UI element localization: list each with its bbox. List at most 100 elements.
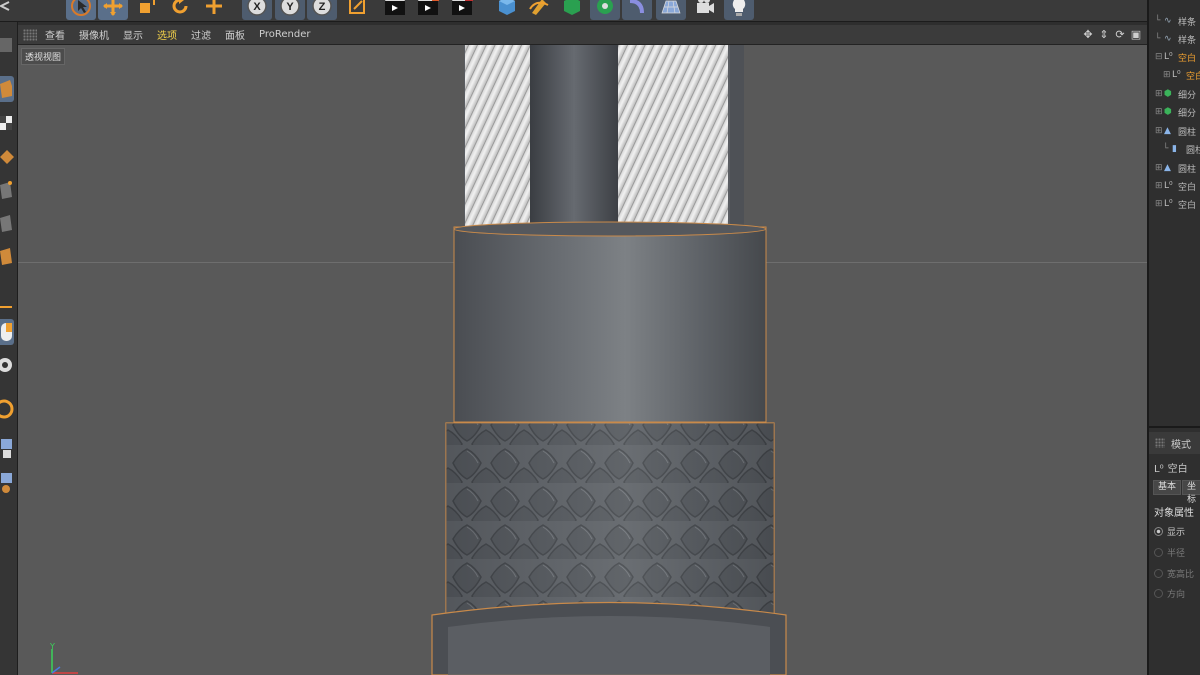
object-item[interactable]: ⊞ L⁰ 空白 [1155, 195, 1200, 213]
main-toolbar: X Y Z [0, 0, 1147, 22]
radio-icon[interactable] [1154, 589, 1163, 598]
tree-line-icon: └ [1155, 34, 1161, 44]
radio-icon[interactable] [1154, 569, 1163, 578]
object-item[interactable]: ⊞ L⁰ 空白 [1155, 177, 1200, 195]
axis-y-label: Y [50, 642, 55, 651]
attribute-aspect-ratio[interactable]: 宽高比 [1154, 567, 1194, 580]
planar-workplane-icon[interactable] [0, 470, 14, 496]
expand-icon[interactable]: ⊞ [1163, 70, 1172, 80]
light-icon[interactable] [724, 0, 754, 20]
deformer-icon[interactable] [622, 0, 652, 20]
edges-mode-icon[interactable] [0, 210, 14, 236]
object-item[interactable]: ⊞ ⬢ 细分 [1155, 103, 1200, 121]
rotate-tool-icon[interactable] [165, 0, 195, 20]
expand-icon[interactable]: ⊞ [1155, 199, 1164, 209]
pan-view-icon[interactable]: ✥ [1082, 28, 1094, 41]
null-icon: L⁰ [1164, 181, 1173, 191]
object-item[interactable]: └ ▮ 圆柱 [1163, 140, 1200, 158]
tab-coordinates[interactable]: 坐标 [1182, 480, 1200, 505]
move-tool-icon[interactable] [98, 0, 128, 20]
spline-icon: ∿ [1164, 16, 1172, 26]
object-item[interactable]: └ ∿ 样条 [1155, 12, 1200, 30]
model-mode-icon[interactable] [0, 76, 14, 102]
menu-filter[interactable]: 过滤 [191, 27, 211, 42]
coordinate-system-icon[interactable] [342, 0, 372, 20]
polygons-mode-icon[interactable] [0, 243, 14, 269]
object-item[interactable]: ⊞ ⬢ 细分 [1155, 85, 1200, 103]
expand-icon[interactable]: ⊞ [1155, 181, 1164, 191]
solo-icon[interactable] [0, 396, 14, 422]
attribute-object-name: L⁰ 空白 [1154, 464, 1188, 475]
panel-grip-icon[interactable] [23, 28, 37, 41]
cylinder-icon: ▮ [1172, 144, 1177, 154]
menu-cameras[interactable]: 摄像机 [79, 27, 109, 42]
pen-spline-icon[interactable] [524, 0, 554, 20]
svg-text:X: X [253, 1, 261, 13]
menu-display[interactable]: 显示 [123, 27, 143, 42]
attribute-display[interactable]: 显示 [1154, 525, 1185, 538]
render-settings-icon[interactable] [447, 0, 477, 20]
object-item[interactable]: ⊟ L⁰ 空白 [1155, 48, 1200, 66]
lock-workplane-icon[interactable] [0, 436, 14, 462]
attribute-orientation[interactable]: 方向 [1154, 587, 1185, 600]
object-item[interactable]: ⊞ ▲ 圆柱 [1155, 159, 1200, 177]
cloner-icon[interactable] [590, 0, 620, 20]
maximize-view-icon[interactable]: ▣ [1130, 28, 1142, 41]
orbit-view-icon[interactable]: ⟳ [1114, 28, 1126, 41]
spline-icon: ∿ [1164, 34, 1172, 44]
object-item[interactable]: ⊞ ▲ 圆柱 [1155, 122, 1200, 140]
cylinder-icon: ▲ [1164, 126, 1171, 136]
floor-grid-icon[interactable] [656, 0, 686, 20]
attribute-section-title: 对象属性 [1154, 508, 1194, 519]
menu-prorender[interactable]: ProRender [259, 29, 310, 40]
subdivision-surface-icon[interactable] [557, 0, 587, 20]
viewport-navigation: ✥ ⇕ ⟳ ▣ [1082, 28, 1142, 41]
tab-basic[interactable]: 基本 [1153, 480, 1182, 495]
menu-options[interactable]: 选项 [157, 27, 177, 42]
subdivision-icon: ⬢ [1164, 89, 1172, 99]
camera-icon[interactable] [690, 0, 720, 20]
z-axis-lock-icon[interactable]: Z [307, 0, 337, 20]
perspective-viewport[interactable]: 透视视图 Y [18, 45, 1147, 675]
axis-mode-icon[interactable] [0, 294, 14, 320]
radio-icon[interactable] [1154, 548, 1163, 557]
dolly-view-icon[interactable]: ⇕ [1098, 28, 1110, 41]
select-tool-icon[interactable] [66, 0, 96, 20]
radio-icon[interactable] [1154, 527, 1163, 536]
tweak-mode-icon[interactable] [0, 319, 14, 345]
transform-tool-icon[interactable] [199, 0, 229, 20]
attribute-manager-header: 模式 [1149, 432, 1200, 454]
tree-line-icon: └ [1155, 16, 1161, 26]
expand-icon[interactable]: ⊞ [1155, 126, 1164, 136]
null-icon: L⁰ [1172, 70, 1181, 80]
cube-primitive-icon[interactable] [492, 0, 522, 20]
expand-icon[interactable]: ⊟ [1155, 52, 1164, 62]
expand-icon[interactable]: ⊞ [1155, 107, 1164, 117]
panel-grip-icon[interactable] [1155, 438, 1165, 448]
undo-icon[interactable] [0, 0, 20, 20]
points-mode-icon[interactable] [0, 177, 14, 203]
menu-panel[interactable]: 面板 [225, 27, 245, 42]
snap-icon[interactable] [0, 352, 14, 378]
workplane-mode-icon[interactable] [0, 144, 14, 170]
mode-menu[interactable]: 模式 [1171, 436, 1191, 451]
render-picture-viewer-icon[interactable] [413, 0, 443, 20]
attribute-radius[interactable]: 半径 [1154, 546, 1185, 559]
expand-icon[interactable]: ⊞ [1155, 89, 1164, 99]
null-icon: L⁰ [1164, 52, 1173, 62]
svg-text:Y: Y [286, 1, 294, 13]
object-item[interactable]: ⊞ L⁰ 空白 [1163, 66, 1200, 84]
null-icon: L⁰ [1154, 464, 1164, 475]
object-item[interactable]: └ ∿ 样条 [1155, 30, 1200, 48]
y-axis-lock-icon[interactable]: Y [275, 0, 305, 20]
texture-mode-icon[interactable] [0, 110, 14, 136]
object-manager: └ ∿ 样条 └ ∿ 样条 ⊟ L⁰ 空白 ⊞ L⁰ 空白 ⊞ ⬢ 细分 ⊞ ⬢ 细分 ⊞ ▲ 圆柱 └ ▮ 圆… [1149, 0, 1200, 428]
menu-view[interactable]: 查看 [45, 27, 65, 42]
make-editable-icon[interactable] [0, 32, 14, 58]
scale-tool-icon[interactable] [132, 0, 162, 20]
viewport-label: 透视视图 [21, 48, 66, 65]
render-view-icon[interactable] [380, 0, 410, 20]
x-axis-lock-icon[interactable]: X [242, 0, 272, 20]
expand-icon[interactable]: ⊞ [1155, 163, 1164, 173]
cable-model [431, 45, 787, 675]
